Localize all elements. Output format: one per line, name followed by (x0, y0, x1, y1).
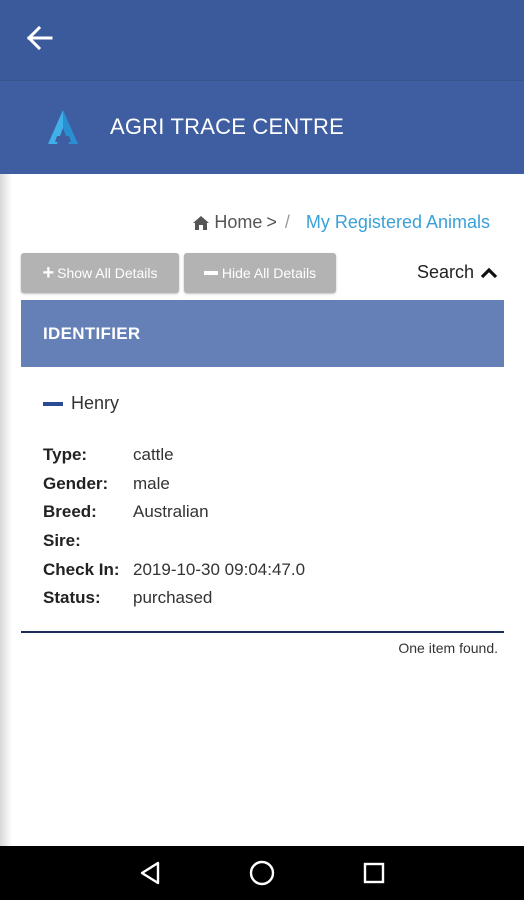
breadcrumb-home-link[interactable]: Home (214, 212, 262, 233)
collapse-icon (43, 401, 63, 406)
system-nav-bar (0, 846, 524, 900)
nav-recents-button[interactable] (360, 859, 388, 887)
show-all-details-button[interactable]: + Show All Details (21, 253, 179, 293)
detail-label: Check In: (43, 559, 120, 579)
back-button[interactable] (22, 22, 56, 54)
detail-value: cattle (133, 445, 174, 465)
chevron-up-icon (480, 267, 498, 278)
breadcrumb: Home > / My Registered Animals (192, 212, 490, 233)
home-circle-icon (249, 860, 275, 886)
recents-square-icon (363, 862, 385, 884)
list-item-name: Henry (71, 393, 120, 413)
detail-value: male (133, 473, 170, 493)
breadcrumb-separator: > (266, 212, 277, 232)
show-all-details-label: Show All Details (57, 265, 158, 281)
nav-home-button[interactable] (248, 859, 276, 887)
detail-row-gender: Gender: male (43, 470, 305, 499)
search-toggle-label: Search (416, 262, 474, 282)
detail-label: Status: (43, 588, 101, 608)
detail-row-breed: Breed: Australian (43, 498, 305, 527)
detail-value: 2019-10-30 09:04:47.0 (133, 559, 306, 579)
detail-label: Breed: (43, 502, 97, 522)
search-toggle[interactable]: Search (417, 262, 498, 283)
list-header: IDENTIFIER (21, 300, 504, 367)
breadcrumb-divider: / (284, 212, 290, 232)
plus-icon: + (42, 262, 55, 284)
item-details: Type: cattle Gender: male Breed: Austral… (43, 441, 305, 613)
detail-row-check-in: Check In: 2019-10-30 09:04:47.0 (43, 555, 305, 584)
nav-back-button[interactable] (136, 859, 164, 887)
breadcrumb-current[interactable]: My Registered Animals (306, 212, 490, 233)
hide-all-details-label: Hide All Details (221, 265, 317, 281)
agri-logo-icon (48, 110, 78, 144)
list-divider (21, 631, 504, 633)
minus-icon (203, 271, 218, 275)
detail-value: purchased (133, 588, 213, 608)
back-triangle-icon (140, 861, 160, 885)
detail-row-sire: Sire: (43, 527, 305, 556)
arrow-left-icon (26, 25, 53, 51)
app-top-bar (0, 0, 524, 80)
detail-label: Type: (43, 445, 88, 465)
detail-label: Gender: (43, 473, 109, 493)
hide-all-details-button[interactable]: Hide All Details (184, 253, 336, 293)
detail-row-type: Type: cattle (43, 441, 305, 470)
list-header-label: IDENTIFIER (43, 324, 141, 343)
list-item-toggle[interactable]: Henry (43, 393, 119, 414)
detail-label: Sire: (43, 531, 81, 551)
result-summary: One item found. (398, 640, 498, 656)
detail-row-status: Status: purchased (43, 584, 305, 613)
drawer-edge-shadow (0, 174, 12, 846)
home-icon (193, 215, 210, 230)
detail-value: Australian (133, 502, 209, 522)
app-title: AGRI TRACE CENTRE (110, 114, 345, 139)
